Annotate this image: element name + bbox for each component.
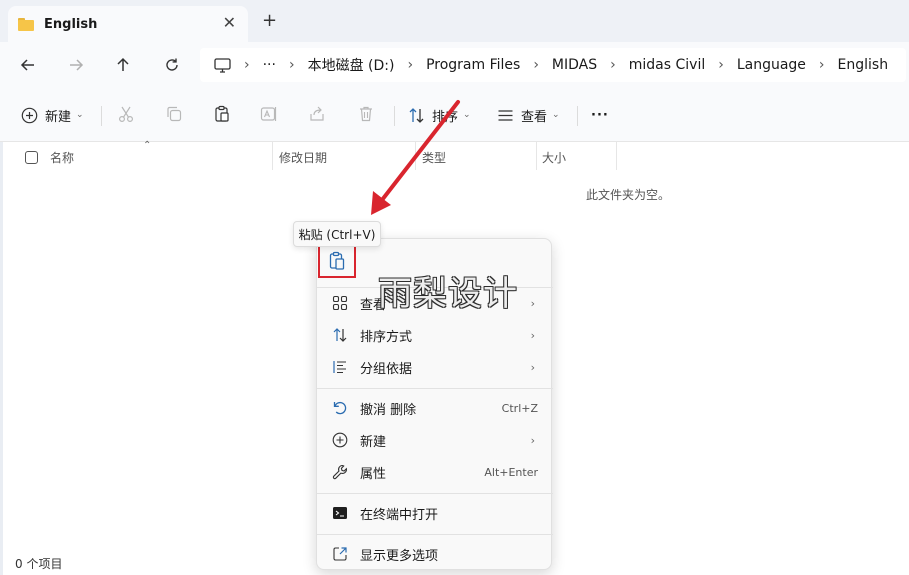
forward-icon[interactable] bbox=[63, 52, 89, 78]
breadcrumb-chevron[interactable]: › bbox=[289, 57, 295, 73]
wrench-icon bbox=[331, 463, 349, 481]
sort-ascending-icon: ⌃ bbox=[143, 140, 152, 151]
cut-icon[interactable] bbox=[116, 104, 136, 124]
navigation-bar: › ··· › 本地磁盘 (D:) › Program Files › MIDA… bbox=[0, 42, 909, 88]
more-options-button[interactable]: ··· bbox=[591, 103, 609, 127]
menu-divider bbox=[317, 493, 553, 494]
column-size[interactable]: 大小 bbox=[542, 149, 566, 166]
menu-item-properties[interactable]: 属性 Alt+Enter bbox=[323, 457, 547, 487]
folder-icon bbox=[18, 17, 34, 31]
breadcrumb-chevron[interactable]: › bbox=[819, 57, 825, 73]
chevron-right-icon: › bbox=[530, 296, 535, 310]
tab-english[interactable]: English ✕ bbox=[8, 6, 248, 42]
menu-item-shortcut: Ctrl+Z bbox=[501, 401, 538, 415]
breadcrumb-midas[interactable]: MIDAS bbox=[552, 57, 597, 73]
add-circle-icon bbox=[21, 107, 38, 124]
view-icon bbox=[497, 108, 514, 123]
menu-item-label: 撤消 删除 bbox=[360, 402, 417, 418]
divider bbox=[101, 106, 102, 126]
chevron-right-icon: › bbox=[530, 328, 535, 342]
column-divider[interactable] bbox=[415, 142, 416, 170]
open-external-icon bbox=[331, 545, 349, 563]
paste-icon[interactable] bbox=[212, 104, 232, 124]
new-tab-button[interactable]: + bbox=[262, 12, 277, 30]
sort-button[interactable]: 排序 ⌄ bbox=[408, 103, 471, 127]
sort-icon bbox=[331, 326, 349, 344]
column-divider[interactable] bbox=[536, 142, 537, 170]
breadcrumb-midas-civil[interactable]: midas Civil bbox=[629, 57, 705, 73]
breadcrumb-drive[interactable]: 本地磁盘 (D:) bbox=[308, 55, 395, 75]
close-tab-icon[interactable]: ✕ bbox=[223, 15, 236, 31]
breadcrumb-chevron[interactable]: › bbox=[718, 57, 724, 73]
column-header-row: 名称 修改日期 类型 大小 bbox=[0, 142, 909, 172]
paste-icon bbox=[328, 251, 346, 271]
menu-item-show-more-options[interactable]: 显示更多选项 bbox=[323, 539, 547, 569]
menu-divider bbox=[317, 388, 553, 389]
column-divider[interactable] bbox=[616, 142, 617, 170]
tab-title: English bbox=[44, 16, 98, 32]
divider bbox=[577, 106, 578, 126]
rename-icon[interactable] bbox=[259, 104, 279, 124]
breadcrumb-overflow[interactable]: ··· bbox=[263, 57, 276, 73]
watermark-text: 雨梨设计 bbox=[378, 274, 518, 314]
add-circle-icon bbox=[331, 431, 349, 449]
command-bar: 新建 ⌄ 排序 ⌄ 查看 ⌄ ··· bbox=[0, 88, 909, 142]
refresh-icon[interactable] bbox=[159, 52, 185, 78]
empty-folder-message: 此文件夹为空。 bbox=[586, 188, 671, 202]
menu-item-label: 分组依据 bbox=[360, 361, 413, 377]
menu-item-new[interactable]: 新建 › bbox=[323, 425, 547, 455]
chevron-down-icon: ⌄ bbox=[552, 110, 560, 120]
breadcrumb[interactable]: › ··· › 本地磁盘 (D:) › Program Files › MIDA… bbox=[200, 48, 906, 82]
menu-item-label: 在终端中打开 bbox=[360, 507, 439, 523]
chevron-down-icon: ⌄ bbox=[463, 110, 471, 120]
breadcrumb-english[interactable]: English bbox=[838, 57, 889, 73]
this-pc-icon[interactable] bbox=[214, 57, 231, 73]
breadcrumb-chevron[interactable]: › bbox=[244, 57, 250, 73]
up-icon[interactable] bbox=[110, 52, 136, 78]
menu-item-label: 显示更多选项 bbox=[360, 548, 439, 564]
undo-icon bbox=[331, 399, 349, 417]
menu-item-shortcut: Alt+Enter bbox=[484, 465, 538, 479]
chevron-right-icon: › bbox=[530, 360, 535, 374]
divider bbox=[394, 106, 395, 126]
select-all-checkbox[interactable] bbox=[25, 151, 38, 164]
menu-item-label: 新建 bbox=[360, 434, 387, 450]
new-button-label: 新建 bbox=[45, 109, 72, 125]
menu-item-label: 排序方式 bbox=[360, 329, 413, 345]
back-icon[interactable] bbox=[15, 52, 41, 78]
menu-item-open-in-terminal[interactable]: 在终端中打开 bbox=[323, 498, 547, 528]
view-button[interactable]: 查看 ⌄ bbox=[497, 103, 560, 127]
delete-icon[interactable] bbox=[356, 104, 376, 124]
group-list-icon bbox=[331, 358, 349, 376]
terminal-icon bbox=[331, 504, 349, 522]
menu-divider bbox=[317, 534, 553, 535]
navigation-pane-edge bbox=[0, 142, 3, 575]
column-divider[interactable] bbox=[272, 142, 273, 170]
status-item-count: 0 个项目 bbox=[15, 557, 63, 571]
view-button-label: 查看 bbox=[521, 109, 548, 125]
breadcrumb-program-files[interactable]: Program Files bbox=[426, 57, 520, 73]
column-type[interactable]: 类型 bbox=[422, 149, 446, 166]
breadcrumb-chevron[interactable]: › bbox=[533, 57, 539, 73]
breadcrumb-chevron[interactable]: › bbox=[610, 57, 616, 73]
chevron-right-icon: › bbox=[530, 433, 535, 447]
paste-quick-action-button[interactable] bbox=[318, 244, 356, 278]
share-icon[interactable] bbox=[307, 104, 327, 124]
breadcrumb-language[interactable]: Language bbox=[737, 57, 806, 73]
column-modified[interactable]: 修改日期 bbox=[279, 149, 327, 166]
menu-item-undo-delete[interactable]: 撤消 删除 Ctrl+Z bbox=[323, 393, 547, 423]
column-name[interactable]: 名称 bbox=[50, 149, 74, 166]
menu-item-group-by[interactable]: 分组依据 › bbox=[323, 352, 547, 382]
menu-item-label: 属性 bbox=[360, 466, 387, 482]
copy-icon[interactable] bbox=[164, 104, 184, 124]
breadcrumb-chevron[interactable]: › bbox=[407, 57, 413, 73]
paste-tooltip: 粘贴 (Ctrl+V) bbox=[293, 221, 381, 247]
chevron-down-icon: ⌄ bbox=[76, 110, 84, 120]
menu-item-sort-by[interactable]: 排序方式 › bbox=[323, 320, 547, 350]
new-button[interactable]: 新建 ⌄ bbox=[21, 103, 84, 127]
sort-button-label: 排序 bbox=[432, 109, 459, 125]
sort-icon bbox=[408, 107, 425, 124]
grid-icon bbox=[331, 294, 349, 312]
